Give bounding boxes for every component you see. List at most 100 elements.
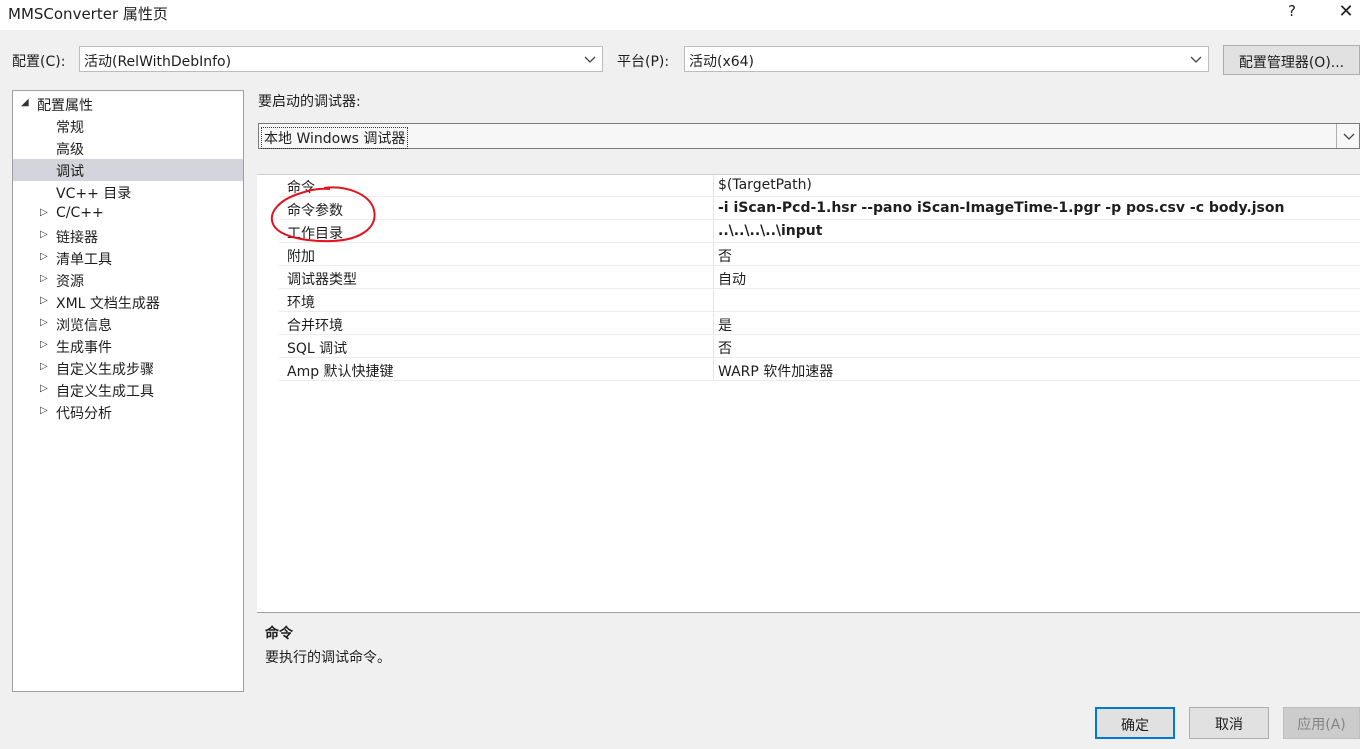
property-row[interactable]: 工作目录 ..\..\..\..\input	[257, 221, 1360, 243]
tree-item-label: VC++ 目录	[56, 186, 132, 202]
expand-arrow-icon[interactable]: ▷	[40, 383, 50, 395]
tree-item[interactable]: ▷ 资源	[13, 269, 243, 291]
chevron-down-icon	[584, 56, 596, 63]
property-value[interactable]: 否	[718, 246, 732, 266]
platform-dropdown[interactable]: 活动(x64)	[684, 46, 1209, 72]
tree-item[interactable]: VC++ 目录	[13, 181, 243, 203]
tree-item[interactable]: ▷ 清单工具	[13, 247, 243, 269]
row-gutter	[257, 290, 279, 312]
dropdown-separator	[1336, 124, 1337, 148]
tree-item-label: 资源	[56, 274, 84, 290]
expand-arrow-icon[interactable]: ▷	[40, 251, 50, 263]
column-separator	[713, 267, 714, 289]
property-name: 调试器类型	[287, 272, 357, 288]
description-panel: 命令 要执行的调试命令。	[257, 612, 1360, 693]
debugger-value: 本地 Windows 调试器	[261, 127, 409, 149]
ok-button[interactable]: 确定	[1095, 707, 1175, 739]
property-grid[interactable]: 命令 $(TargetPath) 命令参数 -i iScan-Pcd-1.hsr --…	[257, 174, 1360, 612]
tree-item[interactable]: ▷ 生成事件	[13, 335, 243, 357]
tree-item-label: 高级	[56, 142, 84, 158]
property-value[interactable]: 自动	[718, 269, 746, 289]
tree-item-label: 链接器	[56, 230, 98, 246]
row-gutter	[257, 313, 279, 335]
property-value[interactable]: 是	[718, 315, 732, 335]
description-text: 要执行的调试命令。	[265, 650, 391, 666]
property-name: 附加	[287, 249, 315, 265]
tree-item[interactable]: ▷ 自定义生成步骤	[13, 357, 243, 379]
debugger-label: 要启动的调试器:	[258, 94, 361, 110]
tree-item[interactable]: ▷ 代码分析	[13, 401, 243, 423]
tree-item-label: 生成事件	[56, 340, 112, 356]
property-row[interactable]: 环境	[257, 290, 1360, 312]
window-title: MMSConverter 属性页	[8, 5, 168, 23]
column-separator	[713, 221, 714, 243]
tree-item-label: XML 文档生成器	[56, 296, 160, 312]
tree-item-label: 清单工具	[56, 252, 112, 268]
property-value[interactable]: ..\..\..\..\input	[718, 223, 822, 239]
property-name: 合并环境	[287, 318, 343, 334]
close-icon[interactable]: ✕	[1334, 1, 1358, 25]
tree-item[interactable]: 调试	[13, 159, 243, 181]
config-value: 活动(RelWithDebInfo)	[84, 54, 232, 70]
tree-item[interactable]: ▷ 链接器	[13, 225, 243, 247]
expand-arrow-icon[interactable]: ▷	[40, 207, 50, 219]
apply-button[interactable]: 应用(A)	[1283, 707, 1360, 739]
config-manager-button[interactable]: 配置管理器(O)...	[1223, 45, 1360, 75]
tree-item-label: C/C++	[56, 205, 104, 221]
property-name: SQL 调试	[287, 341, 348, 357]
column-separator	[713, 359, 714, 381]
property-row[interactable]: Amp 默认快捷键 WARP 软件加速器	[257, 359, 1360, 381]
chevron-down-icon	[1343, 133, 1355, 140]
property-tree[interactable]: ◢ 配置属性 常规高级调试 VC++ 目录 ▷ C/C++ ▷ 链接器 ▷ 清单工具 ▷ 资源 ▷ X…	[12, 90, 244, 692]
tree-item[interactable]: ▷ 浏览信息	[13, 313, 243, 335]
property-value[interactable]: -i iScan-Pcd-1.hsr --pano iScan-ImageTim…	[718, 200, 1284, 216]
property-name: Amp 默认快捷键	[287, 364, 394, 380]
property-row[interactable]: 合并环境 是	[257, 313, 1360, 335]
apply-label: 应用(A)	[1297, 717, 1346, 733]
property-row[interactable]: 调试器类型 自动	[257, 267, 1360, 289]
property-value[interactable]: 否	[718, 338, 732, 358]
help-button[interactable]: ?	[1280, 2, 1304, 26]
tree-item-label: 调试	[56, 164, 84, 180]
property-value[interactable]: $(TargetPath)	[718, 177, 812, 193]
row-gutter	[257, 359, 279, 381]
expand-arrow-icon[interactable]: ▷	[40, 361, 50, 373]
tree-root-config-properties[interactable]: ◢ 配置属性	[13, 93, 243, 115]
tree-item-label: 浏览信息	[56, 318, 112, 334]
chevron-down-icon	[1190, 56, 1202, 63]
property-row[interactable]: 附加 否	[257, 244, 1360, 266]
tree-item[interactable]: ▷ XML 文档生成器	[13, 291, 243, 313]
property-row[interactable]: 命令 $(TargetPath)	[257, 175, 1360, 197]
tree-item-label: 自定义生成步骤	[56, 362, 154, 378]
cancel-button[interactable]: 取消	[1189, 707, 1269, 739]
row-gutter	[257, 267, 279, 289]
expand-arrow-icon[interactable]: ▷	[40, 339, 50, 351]
tree-item-label: 自定义生成工具	[56, 384, 154, 400]
row-gutter	[257, 244, 279, 266]
column-separator	[713, 290, 714, 312]
debugger-dropdown[interactable]: 本地 Windows 调试器	[258, 123, 1360, 149]
expand-arrow-icon[interactable]: ▷	[40, 229, 50, 241]
property-row[interactable]: SQL 调试 否	[257, 336, 1360, 358]
expand-arrow-icon[interactable]: ▷	[40, 405, 50, 417]
column-separator	[713, 244, 714, 266]
ok-label: 确定	[1121, 718, 1149, 734]
platform-label: 平台(P):	[617, 54, 670, 70]
property-row[interactable]: 命令参数 -i iScan-Pcd-1.hsr --pano iScan-Imag…	[257, 198, 1360, 220]
tree-item[interactable]: ▷ 自定义生成工具	[13, 379, 243, 401]
config-dropdown[interactable]: 活动(RelWithDebInfo)	[79, 46, 603, 72]
expand-arrow-icon[interactable]: ▷	[40, 295, 50, 307]
tree-item-label: 常规	[56, 120, 84, 136]
column-separator	[713, 175, 714, 197]
config-label: 配置(C):	[12, 54, 66, 70]
tree-item[interactable]: 高级	[13, 137, 243, 159]
property-value[interactable]: WARP 软件加速器	[718, 361, 833, 381]
property-name: 环境	[287, 295, 315, 311]
expand-arrow-icon[interactable]: ▷	[40, 273, 50, 285]
expand-arrow-icon[interactable]: ▷	[40, 317, 50, 329]
column-separator	[713, 313, 714, 335]
expanded-triangle-icon[interactable]: ◢	[21, 97, 31, 109]
tree-item[interactable]: ▷ C/C++	[13, 203, 243, 225]
tree-item[interactable]: 常规	[13, 115, 243, 137]
platform-value: 活动(x64)	[689, 54, 755, 70]
